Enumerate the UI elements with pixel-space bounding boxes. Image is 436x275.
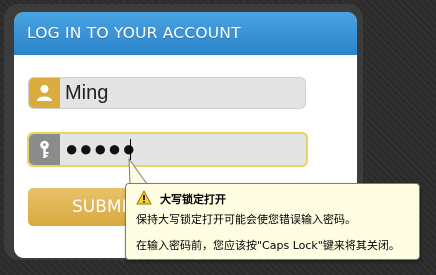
watermark: http://blog.csdn.net/renfufei	[110, 246, 352, 261]
tooltip-message: 保持大写锁定打开可能会使您错误输入密码。	[136, 213, 356, 226]
submit-button[interactable]: SUBMIT	[28, 188, 130, 226]
card-title: LOG IN TO YOUR ACCOUNT	[14, 12, 357, 55]
username-field[interactable]: Ming	[28, 77, 306, 109]
password-field[interactable]: ●●●●●	[27, 132, 308, 167]
tooltip-title: 大写锁定打开	[160, 193, 226, 206]
user-icon	[29, 78, 60, 108]
key-icon	[29, 134, 60, 165]
username-value: Ming	[65, 82, 109, 104]
tooltip-tail	[128, 157, 148, 185]
warning-icon	[136, 190, 152, 205]
text-caret	[130, 139, 131, 160]
